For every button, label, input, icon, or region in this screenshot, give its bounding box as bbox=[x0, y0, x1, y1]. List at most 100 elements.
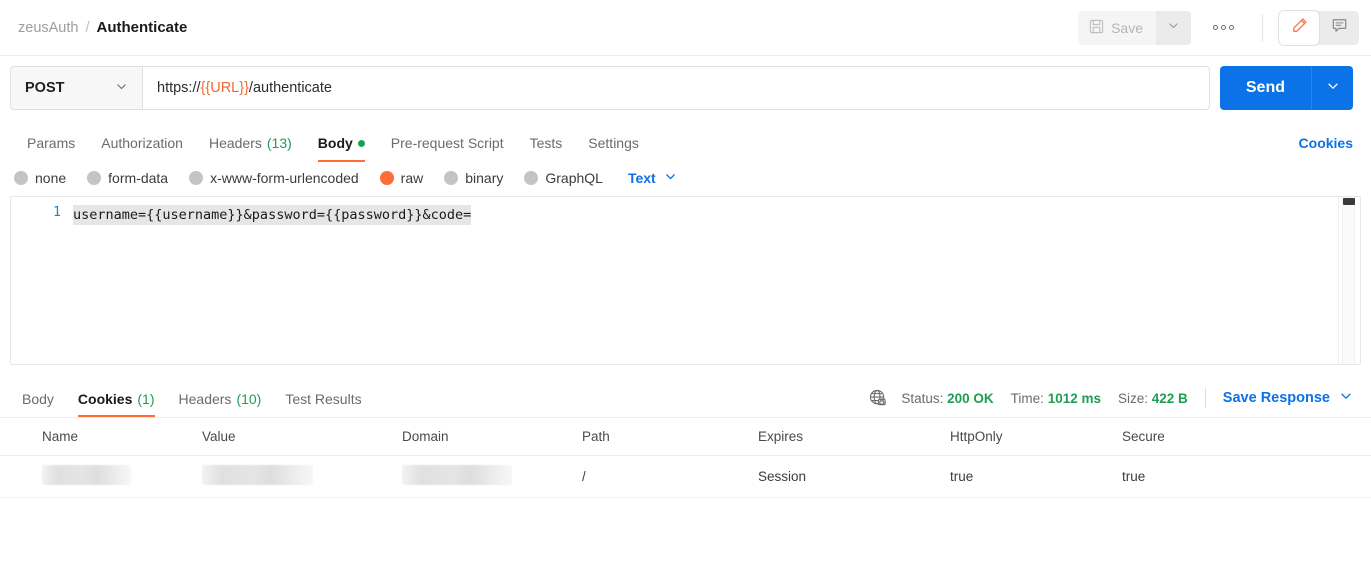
body-type-binary-label: binary bbox=[465, 170, 504, 186]
body-type-x-www-form-urlencoded[interactable]: x-www-form-urlencoded bbox=[189, 170, 371, 186]
body-format-select[interactable]: Text bbox=[628, 170, 677, 186]
tab-headers[interactable]: Headers (13) bbox=[196, 135, 305, 162]
body-type-none[interactable]: none bbox=[14, 170, 78, 186]
chevron-down-icon bbox=[115, 80, 128, 97]
tab-authorization[interactable]: Authorization bbox=[88, 135, 196, 162]
http-method-select[interactable]: POST bbox=[10, 66, 142, 110]
send-dropdown-button[interactable] bbox=[1311, 66, 1353, 110]
body-type-raw-label: raw bbox=[400, 170, 424, 186]
body-type-binary[interactable]: binary bbox=[444, 170, 515, 186]
tab-authorization-label: Authorization bbox=[101, 135, 183, 151]
save-button-label: Save bbox=[1111, 19, 1143, 36]
body-modified-dot-icon bbox=[357, 139, 365, 147]
comment-button[interactable] bbox=[1319, 11, 1359, 45]
more-actions-button[interactable] bbox=[1205, 19, 1242, 36]
tab-tests[interactable]: Tests bbox=[517, 135, 576, 162]
cell-expires: Session bbox=[758, 469, 807, 484]
response-tab-body-label: Body bbox=[22, 391, 54, 407]
tab-headers-label: Headers bbox=[208, 135, 262, 151]
tab-settings[interactable]: Settings bbox=[575, 135, 652, 162]
http-method-value: POST bbox=[25, 80, 65, 96]
response-tab-test-results-label: Test Results bbox=[285, 391, 362, 407]
response-tab-cookies-label: Cookies bbox=[77, 391, 133, 407]
breadcrumb-separator: / bbox=[85, 19, 90, 36]
size-label: Size: bbox=[1117, 390, 1148, 406]
cell-domain bbox=[402, 465, 582, 488]
tab-settings-label: Settings bbox=[588, 135, 639, 151]
body-type-graphql-label: GraphQL bbox=[545, 170, 603, 186]
globe-lock-icon[interactable] bbox=[868, 388, 888, 408]
tab-params[interactable]: Params bbox=[14, 135, 88, 162]
comment-icon bbox=[1330, 16, 1349, 40]
status-value: 200 OK bbox=[947, 390, 994, 406]
response-tab-body[interactable]: Body bbox=[10, 391, 66, 417]
body-type-raw[interactable]: raw bbox=[379, 170, 436, 186]
radio-selected-icon bbox=[379, 171, 394, 185]
line-number: 1 bbox=[53, 205, 61, 220]
breadcrumb-collection[interactable]: zeusAuth bbox=[18, 20, 78, 36]
tab-params-label: Params bbox=[27, 135, 76, 151]
url-input[interactable]: https://{{URL}}/authenticate bbox=[142, 66, 1210, 110]
scrollbar-track bbox=[1342, 197, 1355, 364]
response-tabs-bar: Body Cookies (1) Headers (10) Test Resul… bbox=[0, 376, 1371, 418]
body-type-form-data[interactable]: form-data bbox=[87, 170, 180, 186]
tab-pre-request-script-label: Pre-request Script bbox=[390, 135, 504, 151]
tab-pre-request-script[interactable]: Pre-request Script bbox=[378, 135, 517, 162]
body-type-none-label: none bbox=[35, 170, 67, 186]
meta-divider bbox=[1204, 388, 1206, 408]
top-header-bar: zeusAuth / Authenticate Save bbox=[0, 0, 1371, 56]
cell-value bbox=[202, 465, 402, 488]
send-button-group: Send bbox=[1219, 66, 1353, 110]
table-row[interactable]: / Session true true bbox=[0, 456, 1371, 498]
ellipsis-icon bbox=[1213, 25, 1218, 30]
url-bar: POST https://{{URL}}/authenticate Send bbox=[0, 56, 1371, 122]
chevron-down-icon bbox=[1339, 389, 1353, 407]
cookies-link[interactable]: Cookies bbox=[1299, 135, 1353, 162]
breadcrumb-request-name[interactable]: Authenticate bbox=[97, 19, 188, 36]
editor-vertical-scrollbar[interactable] bbox=[1338, 197, 1360, 364]
body-type-graphql[interactable]: GraphQL bbox=[524, 170, 615, 186]
tab-body[interactable]: Body bbox=[305, 135, 378, 162]
tab-headers-count: (13) bbox=[266, 135, 292, 151]
send-button[interactable]: Send bbox=[1219, 66, 1311, 110]
chevron-down-icon bbox=[1326, 79, 1340, 98]
response-tab-headers-count: (10) bbox=[236, 391, 262, 407]
response-tab-test-results[interactable]: Test Results bbox=[273, 391, 373, 417]
scrollbar-thumb[interactable] bbox=[1343, 198, 1355, 205]
redacted-value bbox=[42, 465, 131, 485]
column-header-value: Value bbox=[202, 429, 236, 444]
radio-icon bbox=[189, 171, 204, 185]
edit-mode-button[interactable] bbox=[1279, 10, 1319, 45]
url-variable-token: {{URL}} bbox=[200, 80, 249, 96]
save-dropdown-button[interactable] bbox=[1156, 10, 1191, 45]
chevron-down-icon bbox=[1167, 19, 1180, 37]
ellipsis-icon-dot2 bbox=[1221, 25, 1226, 30]
redacted-value bbox=[402, 465, 512, 485]
column-header-path: Path bbox=[582, 429, 610, 444]
redacted-value bbox=[202, 465, 313, 485]
pencil-icon bbox=[1290, 16, 1309, 40]
column-header-name: Name bbox=[42, 429, 79, 444]
body-type-x-www-form-urlencoded-label: x-www-form-urlencoded bbox=[210, 170, 359, 186]
radio-icon bbox=[87, 171, 102, 185]
cell-path: / bbox=[582, 469, 586, 484]
radio-icon bbox=[14, 171, 28, 185]
time-label: Time: bbox=[1010, 390, 1044, 406]
editor-line-numbers: 1 bbox=[11, 197, 73, 364]
url-suffix: /authenticate bbox=[248, 80, 332, 96]
status-meta: Status: 200 OK bbox=[901, 391, 993, 406]
tab-tests-label: Tests bbox=[529, 135, 563, 151]
save-button[interactable]: Save bbox=[1078, 12, 1156, 44]
header-actions: Save bbox=[1078, 10, 1359, 45]
editor-text-area[interactable]: username={{username}}&password={{passwor… bbox=[73, 197, 1360, 364]
response-tab-cookies[interactable]: Cookies (1) bbox=[66, 391, 167, 417]
response-tab-headers[interactable]: Headers (10) bbox=[167, 391, 274, 417]
tab-body-label: Body bbox=[317, 135, 353, 151]
body-type-options: none form-data x-www-form-urlencoded raw… bbox=[0, 162, 1371, 196]
ellipsis-icon-dot3 bbox=[1229, 25, 1234, 30]
save-button-group[interactable]: Save bbox=[1078, 10, 1191, 45]
radio-icon bbox=[444, 171, 459, 185]
body-code-editor[interactable]: 1 username={{username}}&password={{passw… bbox=[10, 196, 1361, 365]
body-type-form-data-label: form-data bbox=[108, 170, 169, 186]
save-response-button[interactable]: Save Response bbox=[1223, 389, 1353, 407]
